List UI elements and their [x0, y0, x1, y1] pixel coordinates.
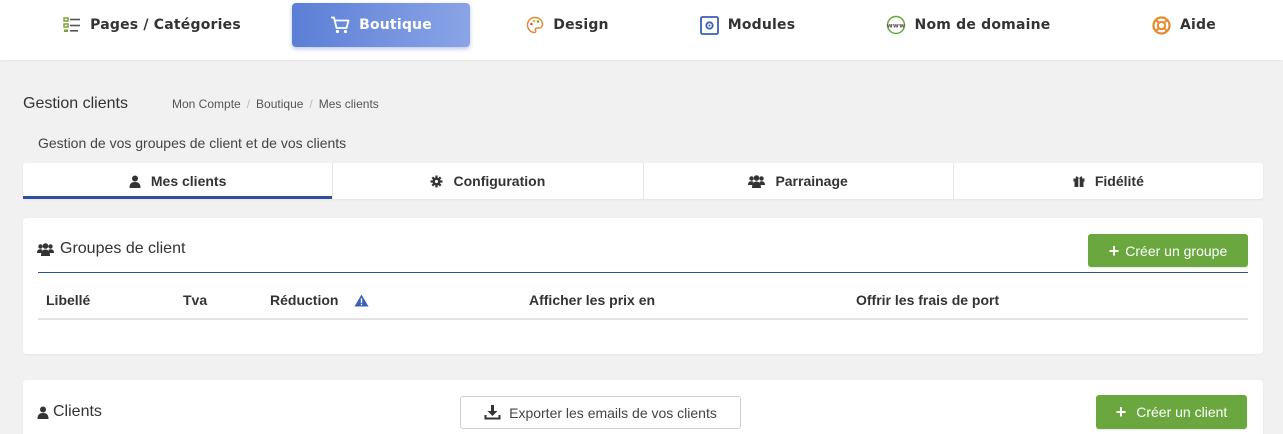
nav-item-label: Aide [1180, 17, 1216, 33]
tab-label: Mes clients [150, 173, 227, 189]
svg-text:www: www [886, 22, 905, 30]
breadcrumb-item-mon-compte[interactable]: Mon Compte [172, 97, 241, 111]
groups-panel: Groupes de client + Créer un groupe Libe… [23, 218, 1263, 354]
palette-icon [526, 16, 544, 34]
clients-panel-title: Clients [37, 403, 102, 421]
module-icon [699, 15, 719, 35]
create-group-label: Créer un groupe [1125, 242, 1228, 259]
breadcrumb-separator: / [246, 97, 251, 111]
nav-item-label: Pages / Catégories [90, 17, 241, 33]
tab-configuration[interactable]: Configuration [333, 163, 644, 199]
gift-icon [1073, 175, 1085, 187]
breadcrumb: Mon Compte / Boutique / Mes clients [172, 97, 379, 111]
breadcrumb-separator: / [309, 97, 313, 111]
column-header-reduction[interactable]: Réduction [270, 292, 369, 308]
users-icon [37, 242, 54, 256]
nav-item-pages-categories[interactable]: Pages / Catégories [52, 3, 252, 47]
column-header-libelle[interactable]: Libellé [46, 292, 90, 308]
nav-item-boutique[interactable]: Boutique [292, 3, 470, 47]
column-header-frais-de-port[interactable]: Offrir les frais de port [856, 292, 999, 308]
groups-title-text: Groupes de client [60, 240, 186, 257]
table-header-divider [38, 318, 1248, 320]
user-icon [129, 175, 141, 188]
nav-item-label: Boutique [359, 17, 432, 33]
column-header-afficher-prix[interactable]: Afficher les prix en [529, 292, 655, 308]
tab-fidelite[interactable]: Fidélité [954, 163, 1263, 199]
groups-divider [38, 272, 1248, 273]
nav-item-modules[interactable]: Modules [690, 3, 805, 47]
top-navigation: Pages / Catégories Boutique Design Modul… [0, 0, 1283, 60]
www-globe-icon: www [886, 15, 906, 35]
nav-item-label: Modules [727, 17, 796, 33]
nav-item-nom-de-domaine[interactable]: www Nom de domaine [876, 3, 1060, 47]
breadcrumb-item-boutique[interactable]: Boutique [256, 97, 303, 111]
groups-panel-title: Groupes de client [37, 240, 185, 258]
plus-icon: + [1108, 240, 1120, 261]
page-title: Gestion clients [23, 95, 128, 112]
list-icon [63, 17, 81, 33]
create-group-button[interactable]: + Créer un groupe [1088, 234, 1248, 267]
nav-item-label: Nom de domaine [914, 17, 1051, 33]
clients-panel: Clients Exporter les emails de vos clien… [23, 380, 1263, 434]
export-emails-label: Exporter les emails de vos clients [509, 404, 717, 421]
create-client-button[interactable]: + Créer un client [1096, 395, 1247, 429]
tab-bar: Mes clients Configuration Parrainage Fid… [23, 163, 1263, 199]
tab-mes-clients[interactable]: Mes clients [23, 163, 334, 199]
cart-icon [330, 16, 350, 34]
create-client-label: Créer un client [1136, 404, 1228, 420]
nav-item-design[interactable]: Design [515, 3, 620, 47]
lifebuoy-icon [1152, 15, 1171, 35]
nav-item-label: Design [553, 17, 609, 33]
column-header-tva[interactable]: Tva [183, 292, 207, 308]
tab-label: Parrainage [775, 173, 848, 189]
tab-label: Fidélité [1094, 173, 1144, 189]
users-icon [748, 174, 766, 188]
tab-parrainage[interactable]: Parrainage [644, 163, 954, 199]
nav-item-aide[interactable]: Aide [1142, 3, 1226, 47]
gear-icon [430, 175, 443, 188]
export-emails-button[interactable]: Exporter les emails de vos clients [460, 396, 741, 429]
user-icon [37, 406, 49, 419]
breadcrumb-item-mes-clients: Mes clients [318, 97, 379, 111]
plus-icon: + [1115, 402, 1127, 422]
clients-title-text: Clients [53, 403, 102, 420]
page-subtitle: Gestion de vos groupes de client et de v… [38, 135, 347, 151]
tab-label: Configuration [453, 173, 546, 189]
warning-icon[interactable] [354, 294, 369, 307]
column-header-reduction-label: Réduction [270, 292, 339, 308]
download-icon [484, 405, 501, 420]
